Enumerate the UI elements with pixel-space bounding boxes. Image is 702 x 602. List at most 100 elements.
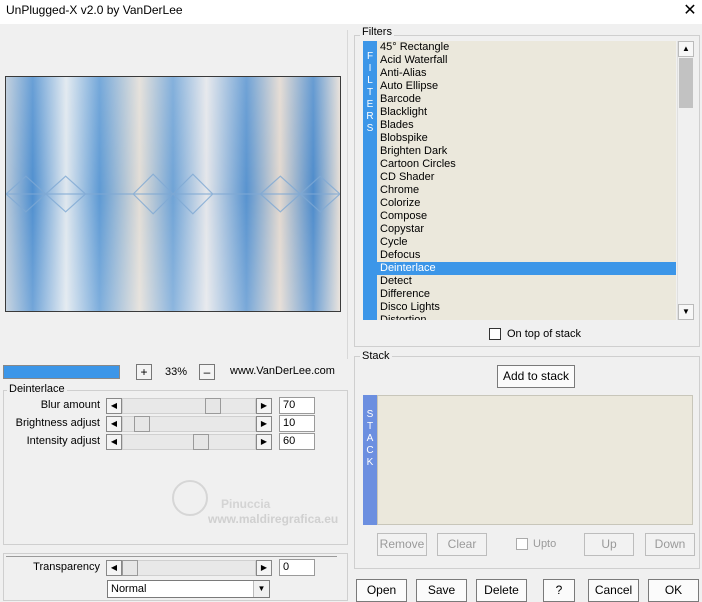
watermark-name: Pinuccia — [221, 497, 271, 511]
upto-checkbox[interactable] — [516, 538, 528, 550]
progress-bar — [3, 365, 120, 379]
filter-item[interactable]: Blades — [377, 119, 676, 132]
add-to-stack-button[interactable]: Add to stack — [497, 365, 575, 388]
filter-item[interactable]: Colorize — [377, 197, 676, 210]
filter-item[interactable]: Blacklight — [377, 106, 676, 119]
scroll-thumb[interactable] — [679, 58, 693, 108]
filters-strip-letter: R — [366, 111, 374, 122]
intensity-adjust-label: Intensity adjust — [26, 435, 100, 447]
scroll-up-icon[interactable]: ▲ — [678, 41, 694, 57]
filter-item[interactable]: Chrome — [377, 184, 676, 197]
blend-mode-value: Normal — [111, 583, 147, 595]
filter-item[interactable]: CD Shader — [377, 171, 676, 184]
stack-strip-letter: C — [366, 445, 374, 456]
zoom-in-button[interactable]: + — [136, 364, 152, 380]
stack-group-label: Stack — [360, 350, 392, 362]
close-icon[interactable]: ✕ — [680, 1, 700, 21]
filter-item[interactable]: Compose — [377, 210, 676, 223]
filter-item[interactable]: Disco Lights — [377, 301, 676, 314]
filter-item[interactable]: Detect — [377, 275, 676, 288]
stack-strip-letter: S — [366, 409, 374, 420]
transparency-left-arrow-icon[interactable]: ◀ — [106, 560, 122, 576]
filter-item[interactable]: Acid Waterfall — [377, 54, 676, 67]
filters-strip-letter: L — [367, 75, 373, 86]
open-button[interactable]: Open — [356, 579, 407, 602]
blur-amount-slider-thumb[interactable] — [204, 398, 221, 414]
scroll-down-icon[interactable]: ▼ — [678, 304, 694, 320]
transparency-label: Transparency — [33, 561, 100, 573]
stack-strip: STACK — [363, 395, 377, 525]
brightness-adjust-slider-thumb[interactable] — [133, 416, 150, 432]
zoom-out-button[interactable]: – — [199, 364, 215, 380]
on-top-checkbox[interactable] — [489, 328, 501, 340]
brightness-adjust-value-field[interactable]: 10 — [279, 415, 315, 432]
brightness-adjust-label: Brightness adjust — [15, 417, 100, 429]
filter-item[interactable]: 45° Rectangle — [377, 41, 676, 54]
filter-item[interactable]: Cycle — [377, 236, 676, 249]
intensity-adjust-slider-thumb[interactable] — [192, 434, 209, 450]
blend-mode-select[interactable]: Normal ▼ — [107, 580, 270, 598]
delete-button[interactable]: Delete — [476, 579, 527, 602]
blur-amount-right-arrow-icon[interactable]: ▶ — [256, 398, 272, 414]
transparency-slider-thumb[interactable] — [122, 560, 138, 576]
stack-strip-letter: T — [366, 421, 374, 432]
ok-button[interactable]: OK — [648, 579, 699, 602]
filter-item[interactable]: Brighten Dark — [377, 145, 676, 158]
filter-item[interactable]: Cartoon Circles — [377, 158, 676, 171]
save-button[interactable]: Save — [416, 579, 467, 602]
filter-item[interactable]: Defocus — [377, 249, 676, 262]
filters-strip-letter: T — [366, 87, 374, 98]
intensity-adjust-left-arrow-icon[interactable]: ◀ — [106, 434, 122, 450]
filters-strip-letter: E — [366, 99, 374, 110]
help-button[interactable]: ? — [543, 579, 575, 602]
brightness-adjust-right-arrow-icon[interactable]: ▶ — [256, 416, 272, 432]
stack-strip-letter: K — [366, 457, 374, 468]
filters-strip-letter: F — [366, 51, 374, 62]
brightness-adjust-left-arrow-icon[interactable]: ◀ — [106, 416, 122, 432]
intensity-adjust-right-arrow-icon[interactable]: ▶ — [256, 434, 272, 450]
on-top-label: On top of stack — [507, 328, 581, 340]
filter-item[interactable]: Barcode — [377, 93, 676, 106]
filter-scrollbar[interactable]: ▲ ▼ — [677, 41, 694, 320]
upto-label: Upto — [533, 538, 557, 550]
filters-strip-letter: S — [366, 123, 374, 134]
watermark-url: www.maldiregrafica.eu — [208, 512, 339, 526]
stack-list[interactable] — [377, 395, 693, 525]
cancel-button[interactable]: Cancel — [588, 579, 639, 602]
filter-item[interactable]: Copystar — [377, 223, 676, 236]
zoom-level: 33% — [164, 366, 188, 378]
transparency-slider[interactable] — [122, 560, 256, 576]
website-link[interactable]: www.VanDerLee.com — [230, 365, 335, 377]
blur-amount-value-field[interactable]: 70 — [279, 397, 315, 414]
blur-amount-left-arrow-icon[interactable]: ◀ — [106, 398, 122, 414]
divider — [6, 556, 337, 557]
preview-art — [6, 77, 340, 311]
parameters-group-label: Deinterlace — [7, 383, 67, 395]
intensity-adjust-slider[interactable] — [122, 434, 256, 450]
filter-item[interactable]: Deinterlace — [377, 262, 676, 275]
blur-amount-label: Blur amount — [40, 399, 100, 411]
transparency-right-arrow-icon[interactable]: ▶ — [256, 560, 272, 576]
chevron-down-icon: ▼ — [253, 581, 269, 597]
watermark-logo-icon — [172, 480, 208, 516]
filter-item[interactable]: Anti-Alias — [377, 67, 676, 80]
filters-strip-letter: I — [368, 63, 372, 74]
up-button[interactable]: Up — [584, 533, 634, 556]
transparency-value-field[interactable]: 0 — [279, 559, 315, 576]
down-button[interactable]: Down — [645, 533, 695, 556]
filter-item[interactable]: Auto Ellipse — [377, 80, 676, 93]
filter-item[interactable]: Blobspike — [377, 132, 676, 145]
filters-strip: FILTERS — [363, 41, 377, 320]
filter-item[interactable]: Distortion — [377, 314, 676, 320]
clear-button[interactable]: Clear — [437, 533, 487, 556]
preview-image[interactable] — [5, 76, 341, 312]
filter-item[interactable]: Difference — [377, 288, 676, 301]
window-title: UnPlugged-X v2.0 by VanDerLee — [6, 3, 183, 17]
filters-group-label: Filters — [360, 26, 394, 38]
stack-strip-letter: A — [366, 433, 374, 444]
intensity-adjust-value-field[interactable]: 60 — [279, 433, 315, 450]
filter-list[interactable]: 45° Rectangle Acid Waterfall Anti-Alias Aut… — [377, 41, 676, 320]
blur-amount-slider[interactable] — [122, 398, 256, 414]
progress-fill — [4, 366, 119, 378]
remove-button[interactable]: Remove — [377, 533, 427, 556]
